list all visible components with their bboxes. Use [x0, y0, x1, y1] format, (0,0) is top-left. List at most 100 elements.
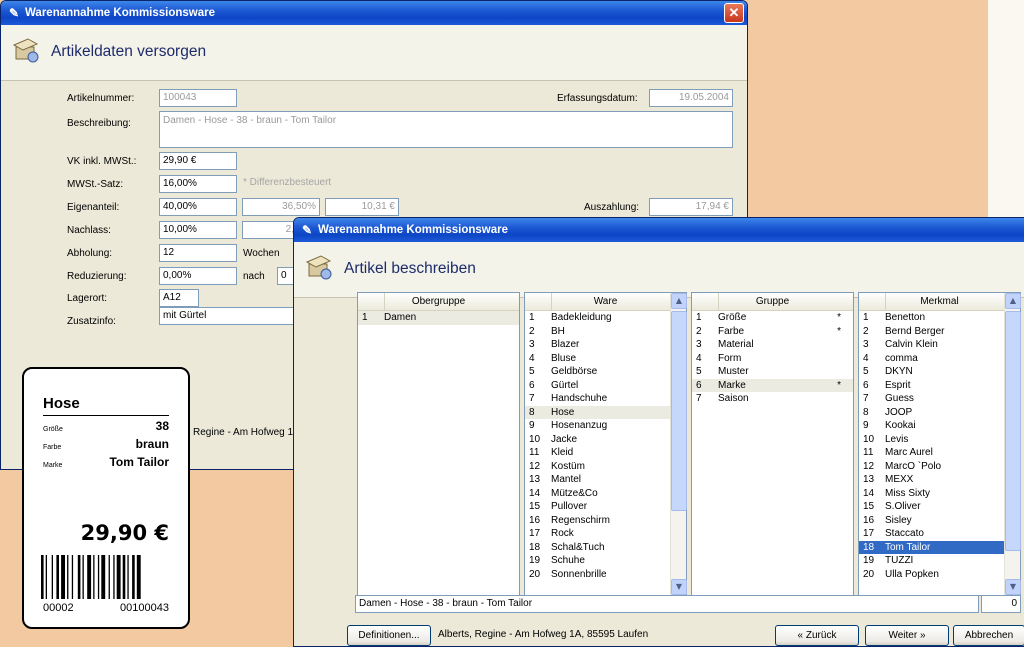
list-item[interactable]: 3 Calvin Klein [859, 338, 1020, 352]
list-item[interactable]: 1 Größe * [692, 311, 853, 325]
list-item[interactable]: 4 comma [859, 352, 1020, 366]
merkmal-list[interactable]: Merkmal 1 Benetton 2 Bernd Berger 3 Calvin Kl… [858, 292, 1021, 596]
abbrechen-button[interactable]: Abbrechen [953, 625, 1024, 646]
list-item[interactable]: 7 Saison [692, 392, 853, 406]
mwst-field[interactable]: 16,00% [159, 175, 237, 193]
artikelnummer-field[interactable]: 100043 [159, 89, 237, 107]
price-label-card: Hose Größe 38 Farbe braun Marke Tom Tailor … [22, 367, 190, 629]
list-item[interactable]: 13 MEXX [859, 473, 1020, 487]
zusatzinfo-field[interactable]: mit Gürtel [159, 307, 299, 325]
definitionen-button[interactable]: Definitionen... [347, 625, 431, 646]
list-item[interactable]: 1 Badekleidung [525, 311, 686, 325]
list-item[interactable]: 12 MarcO `Polo [859, 460, 1020, 474]
nachlass-field[interactable]: 10,00% [159, 221, 237, 239]
lagerort-label: Lagerort: [67, 293, 108, 304]
beschreibung-label: Beschreibung: [67, 118, 131, 129]
lagerort-field[interactable]: A12 [159, 289, 199, 307]
list-item[interactable]: 15 Pullover [525, 500, 686, 514]
list-item[interactable]: 1 Benetton [859, 311, 1020, 325]
list-item[interactable]: 2 BH [525, 325, 686, 339]
erfassungsdatum-field[interactable]: 19.05.2004 [649, 89, 733, 107]
weiter-button[interactable]: Weiter » [865, 625, 949, 646]
list-item[interactable]: 2 Farbe * [692, 325, 853, 339]
list-item[interactable]: 1 Damen [358, 311, 519, 325]
list-item[interactable]: 17 Staccato [859, 527, 1020, 541]
page-title: Artikel beschreiben [344, 260, 476, 277]
auszahlung-field[interactable]: 17,94 € [649, 198, 733, 216]
list-item[interactable]: 20 Sonnenbrille [525, 568, 686, 582]
list-item[interactable]: 7 Handschuhe [525, 392, 686, 406]
ware-header: Ware [525, 293, 686, 311]
list-item[interactable]: 20 Ulla Popken [859, 568, 1020, 582]
vk-field[interactable]: 29,90 € [159, 152, 237, 170]
scroll-thumb[interactable] [1005, 311, 1021, 551]
summary-count-field[interactable]: 0 [981, 595, 1021, 613]
list-item[interactable]: 7 Guess [859, 392, 1020, 406]
list-item[interactable]: 11 Marc Aurel [859, 446, 1020, 460]
list-item[interactable]: 15 S.Oliver [859, 500, 1020, 514]
list-item[interactable]: 5 DKYN [859, 365, 1020, 379]
scroll-down-icon[interactable]: ▼ [1005, 579, 1021, 595]
merkmal-scrollbar[interactable]: ▲ ▼ [1004, 293, 1021, 595]
abholung-label: Abholung: [67, 248, 113, 259]
mwst-hint: * Differenzbesteuert [243, 177, 332, 188]
eigenanteil-percent-field[interactable]: 36,50% [242, 198, 320, 216]
list-item[interactable]: 6 Esprit [859, 379, 1020, 393]
card-row: Farbe braun [43, 437, 169, 451]
list-item[interactable]: 3 Material [692, 338, 853, 352]
zurueck-button[interactable]: « Zurück [775, 625, 859, 646]
list-item[interactable]: 17 Rock [525, 527, 686, 541]
abholung-field[interactable]: 12 [159, 244, 237, 262]
ware-list[interactable]: Ware 1 Badekleidung 2 BH 3 Blazer 4 Bluse 5 Geldb… [524, 292, 687, 596]
close-button[interactable]: ✕ [724, 3, 744, 23]
scroll-up-icon[interactable]: ▲ [671, 293, 687, 309]
card-row: Größe 38 [43, 419, 169, 433]
list-item[interactable]: 9 Hosenanzug [525, 419, 686, 433]
list-item[interactable]: 4 Bluse [525, 352, 686, 366]
list-item[interactable]: 18 Schal&Tuch [525, 541, 686, 555]
list-item[interactable]: 9 Kookai [859, 419, 1020, 433]
list-item[interactable]: 8 Hose [525, 405, 686, 419]
beschreibung-field[interactable]: Damen - Hose - 38 - braun - Tom Tailor [159, 111, 733, 148]
list-item[interactable]: 14 Miss Sixty [859, 487, 1020, 501]
list-item[interactable]: 6 Gürtel [525, 379, 686, 393]
eigenanteil-field[interactable]: 40,00% [159, 198, 237, 216]
ware-scrollbar[interactable]: ▲ ▼ [670, 293, 687, 595]
list-item[interactable]: 19 TUZZI [859, 554, 1020, 568]
gruppe-list[interactable]: Gruppe 1 Größe * 2 Farbe * 3 Material 4 Form 5 Must… [691, 292, 854, 596]
summary-field[interactable]: Damen - Hose - 38 - braun - Tom Tailor [355, 595, 979, 613]
nachlass-percent-field[interactable]: 2, [242, 221, 298, 239]
merkmal-header: Merkmal [859, 293, 1020, 311]
list-item[interactable]: 4 Form [692, 352, 853, 366]
list-item[interactable]: 6 Marke * [692, 378, 853, 392]
app-icon: ✎ [8, 6, 20, 20]
list-item[interactable]: 16 Sisley [859, 514, 1020, 528]
list-item[interactable]: 5 Geldbörse [525, 365, 686, 379]
list-item[interactable]: 5 Muster [692, 365, 853, 379]
status-text: Alberts, Regine - Am Hofweg 1A, 85595 La… [438, 629, 649, 640]
list-item[interactable]: 10 Levis [859, 433, 1020, 447]
list-item[interactable]: 10 Jacke [525, 433, 686, 447]
eigenanteil-amount-field[interactable]: 10,31 € [325, 198, 399, 216]
zusatzinfo-label: Zusatzinfo: [67, 316, 116, 327]
app-icon: ✎ [301, 223, 313, 237]
list-item[interactable]: 8 JOOP [859, 406, 1020, 420]
list-item[interactable]: 2 Bernd Berger [859, 325, 1020, 339]
list-item[interactable]: 13 Mantel [525, 473, 686, 487]
erfassungsdatum-label: Erfassungsdatum: [557, 93, 638, 104]
wizard-header: Artikeldaten versorgen [1, 25, 747, 81]
list-item[interactable]: 19 Schuhe [525, 554, 686, 568]
reduzierung-field[interactable]: 0,00% [159, 267, 237, 285]
vk-label: VK inkl. MWSt.: [67, 156, 137, 167]
list-item[interactable]: 11 Kleid [525, 446, 686, 460]
obergruppe-list[interactable]: Obergruppe 1 Damen [357, 292, 520, 596]
list-item[interactable]: 16 Regenschirm [525, 514, 686, 528]
scroll-up-icon[interactable]: ▲ [1005, 293, 1021, 309]
list-item[interactable]: 14 Mütze&Co [525, 487, 686, 501]
scroll-thumb[interactable] [671, 311, 687, 511]
window-titlebar: ✎ Warenannahme Kommissionsware [294, 218, 1024, 242]
list-item[interactable]: 12 Kostüm [525, 460, 686, 474]
list-item[interactable]: 3 Blazer [525, 338, 686, 352]
scroll-down-icon[interactable]: ▼ [671, 579, 687, 595]
list-item[interactable]: 18 Tom Tailor [859, 540, 1020, 554]
